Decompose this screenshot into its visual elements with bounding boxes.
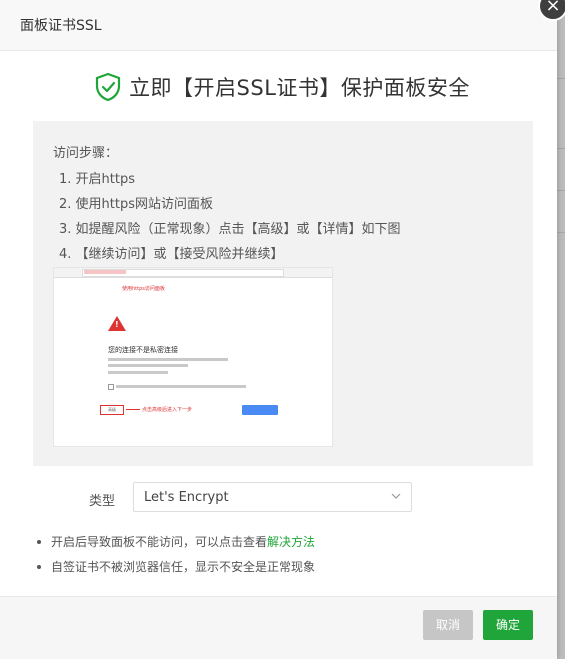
confirm-button[interactable]: 确定 [483, 610, 533, 640]
tip-text: 自签证书不被浏览器信任，显示不安全是正常现象 [51, 560, 316, 574]
solution-link[interactable]: 解决方法 [267, 535, 315, 549]
dialog-header: 面板证书SSL [0, 0, 557, 51]
step-item: 4. 【继续访问】或【接受风险并继续】 [59, 247, 284, 262]
screenshot-heading: 您的连接不是私密连接 [108, 346, 178, 354]
insecure-url-highlight [84, 270, 126, 274]
dialog-footer: 取消 确定 [0, 596, 557, 659]
step-item: 2. 使用https网站访问面板 [59, 197, 213, 212]
type-select-value: Let's Encrypt [144, 490, 229, 505]
certificate-type-select[interactable]: Let's Encrypt [133, 482, 412, 512]
steps-panel: 访问步骤： 1. 开启https 2. 使用https网站访问面板 3. 如提醒… [33, 121, 533, 466]
browser-warning-screenshot: 使用https访问面板 ! 您的连接不是私密连接 高级 点击高级后进入下一步 [53, 267, 333, 447]
tip-item: 开启后导致面板不能访问，可以点击查看解决方法 [37, 533, 315, 550]
screenshot-note-top: 使用https访问面板 [122, 286, 165, 292]
step-item: 1. 开启https [59, 172, 135, 187]
screenshot-advanced-button: 高级 [100, 405, 124, 415]
chevron-down-icon [391, 493, 401, 499]
ssl-dialog: 面板证书SSL 立即【开启SSL证书】保护面板安全 访问步骤： 1. 开启htt… [0, 0, 557, 659]
tip-item: 自签证书不被浏览器信任，显示不安全是正常现象 [37, 558, 315, 575]
hero: 立即【开启SSL证书】保护面板安全 [0, 72, 565, 108]
screenshot-text-line [108, 371, 168, 374]
tip-text: 开启后导致面板不能访问，可以点击查看 [51, 535, 268, 549]
screenshot-note-bottom: 点击高级后进入下一步 [142, 407, 193, 413]
bullet [37, 564, 41, 569]
dialog-title: 面板证书SSL [20, 18, 102, 34]
screenshot-text-line [108, 358, 228, 361]
steps-title: 访问步骤： [53, 146, 119, 161]
screenshot-checkbox [108, 384, 114, 390]
red-arrow [126, 409, 140, 410]
screenshot-back-button [242, 405, 278, 415]
hero-title: 立即【开启SSL证书】保护面板安全 [129, 76, 470, 100]
bullet [37, 539, 41, 544]
step-item: 3. 如提醒风险（正常现象）点击【高级】或【详情】如下图 [59, 222, 401, 237]
screenshot-text-line [108, 364, 188, 367]
shield-check-icon [95, 72, 121, 102]
cancel-button[interactable]: 取消 [423, 610, 473, 640]
browser-toolbar [54, 268, 332, 278]
exclamation-icon: ! [115, 320, 119, 329]
type-label: 类型 [89, 494, 116, 509]
screenshot-text-line [116, 385, 246, 388]
